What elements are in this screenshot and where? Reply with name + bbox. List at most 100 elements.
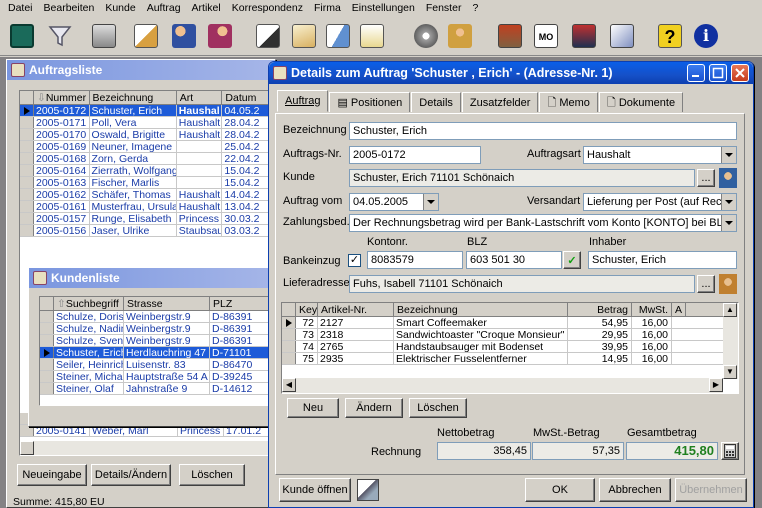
documents-icon[interactable] [288,20,320,52]
column-header[interactable]: Betrag [568,303,632,316]
person-lookup-icon[interactable] [719,168,737,188]
stamp-icon[interactable] [494,20,526,52]
column-header[interactable]: Artikel-Nr. [318,303,394,316]
chevron-down-icon[interactable] [721,215,736,231]
minimize-button[interactable] [687,64,705,82]
handshake-icon[interactable] [204,20,236,52]
table-row[interactable]: 75 2935 Elektrischer Fusselentferner 14,95 1… [282,353,738,365]
table-row[interactable]: 2005-0170 Oswald, Brigitte Haushalt 28.04.2 [20,129,272,141]
table-row[interactable]: 2005-0171 Poll, Vera Haushalt 28.04.2 [20,117,272,129]
scroll-left-arrow[interactable]: ◀ [282,378,296,392]
position-neu-button[interactable]: Neu [287,398,339,418]
chevron-down-icon[interactable] [423,194,438,210]
notepad-icon[interactable] [356,20,388,52]
position-aendern-button[interactable]: Ändern [345,398,403,418]
table-row[interactable]: 2005-0161 Musterfrau, Ursula Haushalt 13.04… [20,201,272,213]
disk-icon[interactable] [410,20,442,52]
terminal-icon[interactable] [6,20,38,52]
close-button[interactable] [731,64,749,82]
menu-item-0[interactable]: Datei [8,2,33,14]
column-header[interactable]: Datum [222,91,272,104]
inhaber-field[interactable]: Schuster, Erich [588,251,737,269]
calculator-icon[interactable] [721,442,739,460]
info-icon[interactable]: i [690,20,722,52]
menu-item-4[interactable]: Artikel [192,2,221,14]
column-header[interactable]: ⇧Suchbegriff [54,297,124,310]
horizontal-scrollbar[interactable] [20,441,272,455]
table-row[interactable]: Seiler, Heinrich Luisenstr. 83 D-86470 [40,359,274,371]
column-header[interactable]: PLZ [210,297,270,310]
tab-positionen[interactable]: ▤ Positionen [329,92,411,112]
print-document-icon[interactable] [357,479,379,501]
column-header[interactable]: Strasse [124,297,210,310]
table-row[interactable]: Steiner, MichaelaHauptstraße 54 AD-39245 [40,371,274,383]
scroll-up-arrow[interactable]: ▲ [723,303,737,317]
table-row[interactable]: Schulze, NadineWeinbergstr.9D-86391 [40,323,274,335]
loeschen-button[interactable]: Löschen [179,464,245,486]
column-header[interactable]: Key [296,303,318,316]
table-row[interactable]: Steiner, Olaf Jahnstraße 9 D-14612 [40,383,274,395]
tab-auftrag[interactable]: Auftrag [277,90,329,112]
blz-field[interactable]: 603 501 30 [466,251,562,269]
menu-item-2[interactable]: Kunde [105,2,135,14]
chevron-down-icon[interactable] [721,147,736,163]
column-header[interactable]: MwSt. [632,303,672,316]
menu-item-9[interactable]: ? [472,2,478,14]
help-icon[interactable]: ? [654,20,686,52]
menu-item-8[interactable]: Fenster [426,2,462,14]
table-row[interactable]: Schulze, Doris Weinbergstr.9 D-86391 [40,311,274,323]
menu-item-3[interactable]: Auftrag [147,2,181,14]
column-header[interactable]: A [672,303,686,316]
tab-details[interactable]: Details [411,92,461,112]
abbrechen-button[interactable]: Abbrechen [599,478,671,502]
horizontal-scrollbar[interactable]: ◀ ▶ [282,378,723,393]
menu-item-5[interactable]: Korrespondenz [232,2,303,14]
table-row[interactable]: 2005-0156 Jaser, Ulrike Staubsau 03.03.2 [20,225,272,237]
column-header[interactable]: Bezeichnung [90,91,177,104]
auftragsnr-field[interactable]: 2005-0172 [349,146,481,164]
kontonr-field[interactable]: 8083579 [367,251,463,269]
table-row[interactable]: 2005-0163 Fischer, Marlis 15.04.2 [20,177,272,189]
uebernehmen-button[interactable]: Übernehmen [675,478,747,502]
details-aendern-button[interactable]: Details/Ändern [91,464,171,486]
table-row[interactable]: 73 2318 Sandwichtoaster "Croque Monsieur" … [282,329,738,341]
neueingabe-button[interactable]: Neueingabe [17,464,87,486]
column-header[interactable]: ⇩Nummer [34,91,90,104]
maximize-button[interactable] [709,64,727,82]
card-icon[interactable] [606,20,638,52]
tab-dokumente[interactable]: 🗋 Dokumente [598,92,684,112]
vertical-scrollbar[interactable]: ▲ ▼ [723,303,738,379]
versandart-select[interactable]: Lieferung per Post (auf Rechn [583,193,737,211]
table-row[interactable]: 2005-0172 Schuster, Erich Haushal 04.05.2 [20,105,272,117]
bezeichnung-field[interactable]: Schuster, Erich [349,122,737,140]
kundenliste-table[interactable]: ⇧Suchbegriff Strasse PLZ Schulze, Doris W… [39,296,275,406]
table-row[interactable]: 72 2127 Smart Coffeemaker 54,95 16,00 [282,317,738,329]
lieferadresse-browse-button[interactable]: ... [697,275,715,293]
table-row[interactable]: 2005-0168 Zorn, Gerda 22.04.2 [20,153,272,165]
filter-icon[interactable] [44,20,76,52]
auftragsart-select[interactable]: Haushalt [583,146,737,164]
table-row[interactable]: 2005-0169 Neuner, Imagene 25.04.2 [20,141,272,153]
tab-zusatzfelder[interactable]: Zusatzfelder [461,92,539,112]
mo-calendar-icon[interactable]: MO [530,20,562,52]
menu-item-1[interactable]: Bearbeiten [44,2,95,14]
table-row[interactable]: Schuster, Erich Herdlauchring 47 D-71101 [40,347,274,359]
ok-button[interactable]: OK [525,478,595,502]
document-person-icon[interactable] [130,20,162,52]
document-pen-icon[interactable] [252,20,284,52]
bankeinzug-checkbox[interactable]: ✓ [348,254,361,267]
column-header[interactable]: Bezeichnung [394,303,568,316]
menu-item-6[interactable]: Firma [314,2,341,14]
table-row[interactable]: 2005-0164 Zierrath, Wolfgang 15.04.2 [20,165,272,177]
people-icon[interactable] [168,20,200,52]
column-header[interactable]: Art [177,91,223,104]
phone-book-icon[interactable] [568,20,600,52]
person-box-icon[interactable] [444,20,476,52]
position-loeschen-button[interactable]: Löschen [409,398,467,418]
letter-icon[interactable] [322,20,354,52]
tab-memo[interactable]: 🗋 Memo [539,92,598,112]
kunde-oeffnen-button[interactable]: Kunde öffnen [279,478,351,502]
kunde-browse-button[interactable]: ... [697,169,715,187]
chevron-down-icon[interactable] [721,194,736,210]
menu-item-7[interactable]: Einstellungen [352,2,415,14]
